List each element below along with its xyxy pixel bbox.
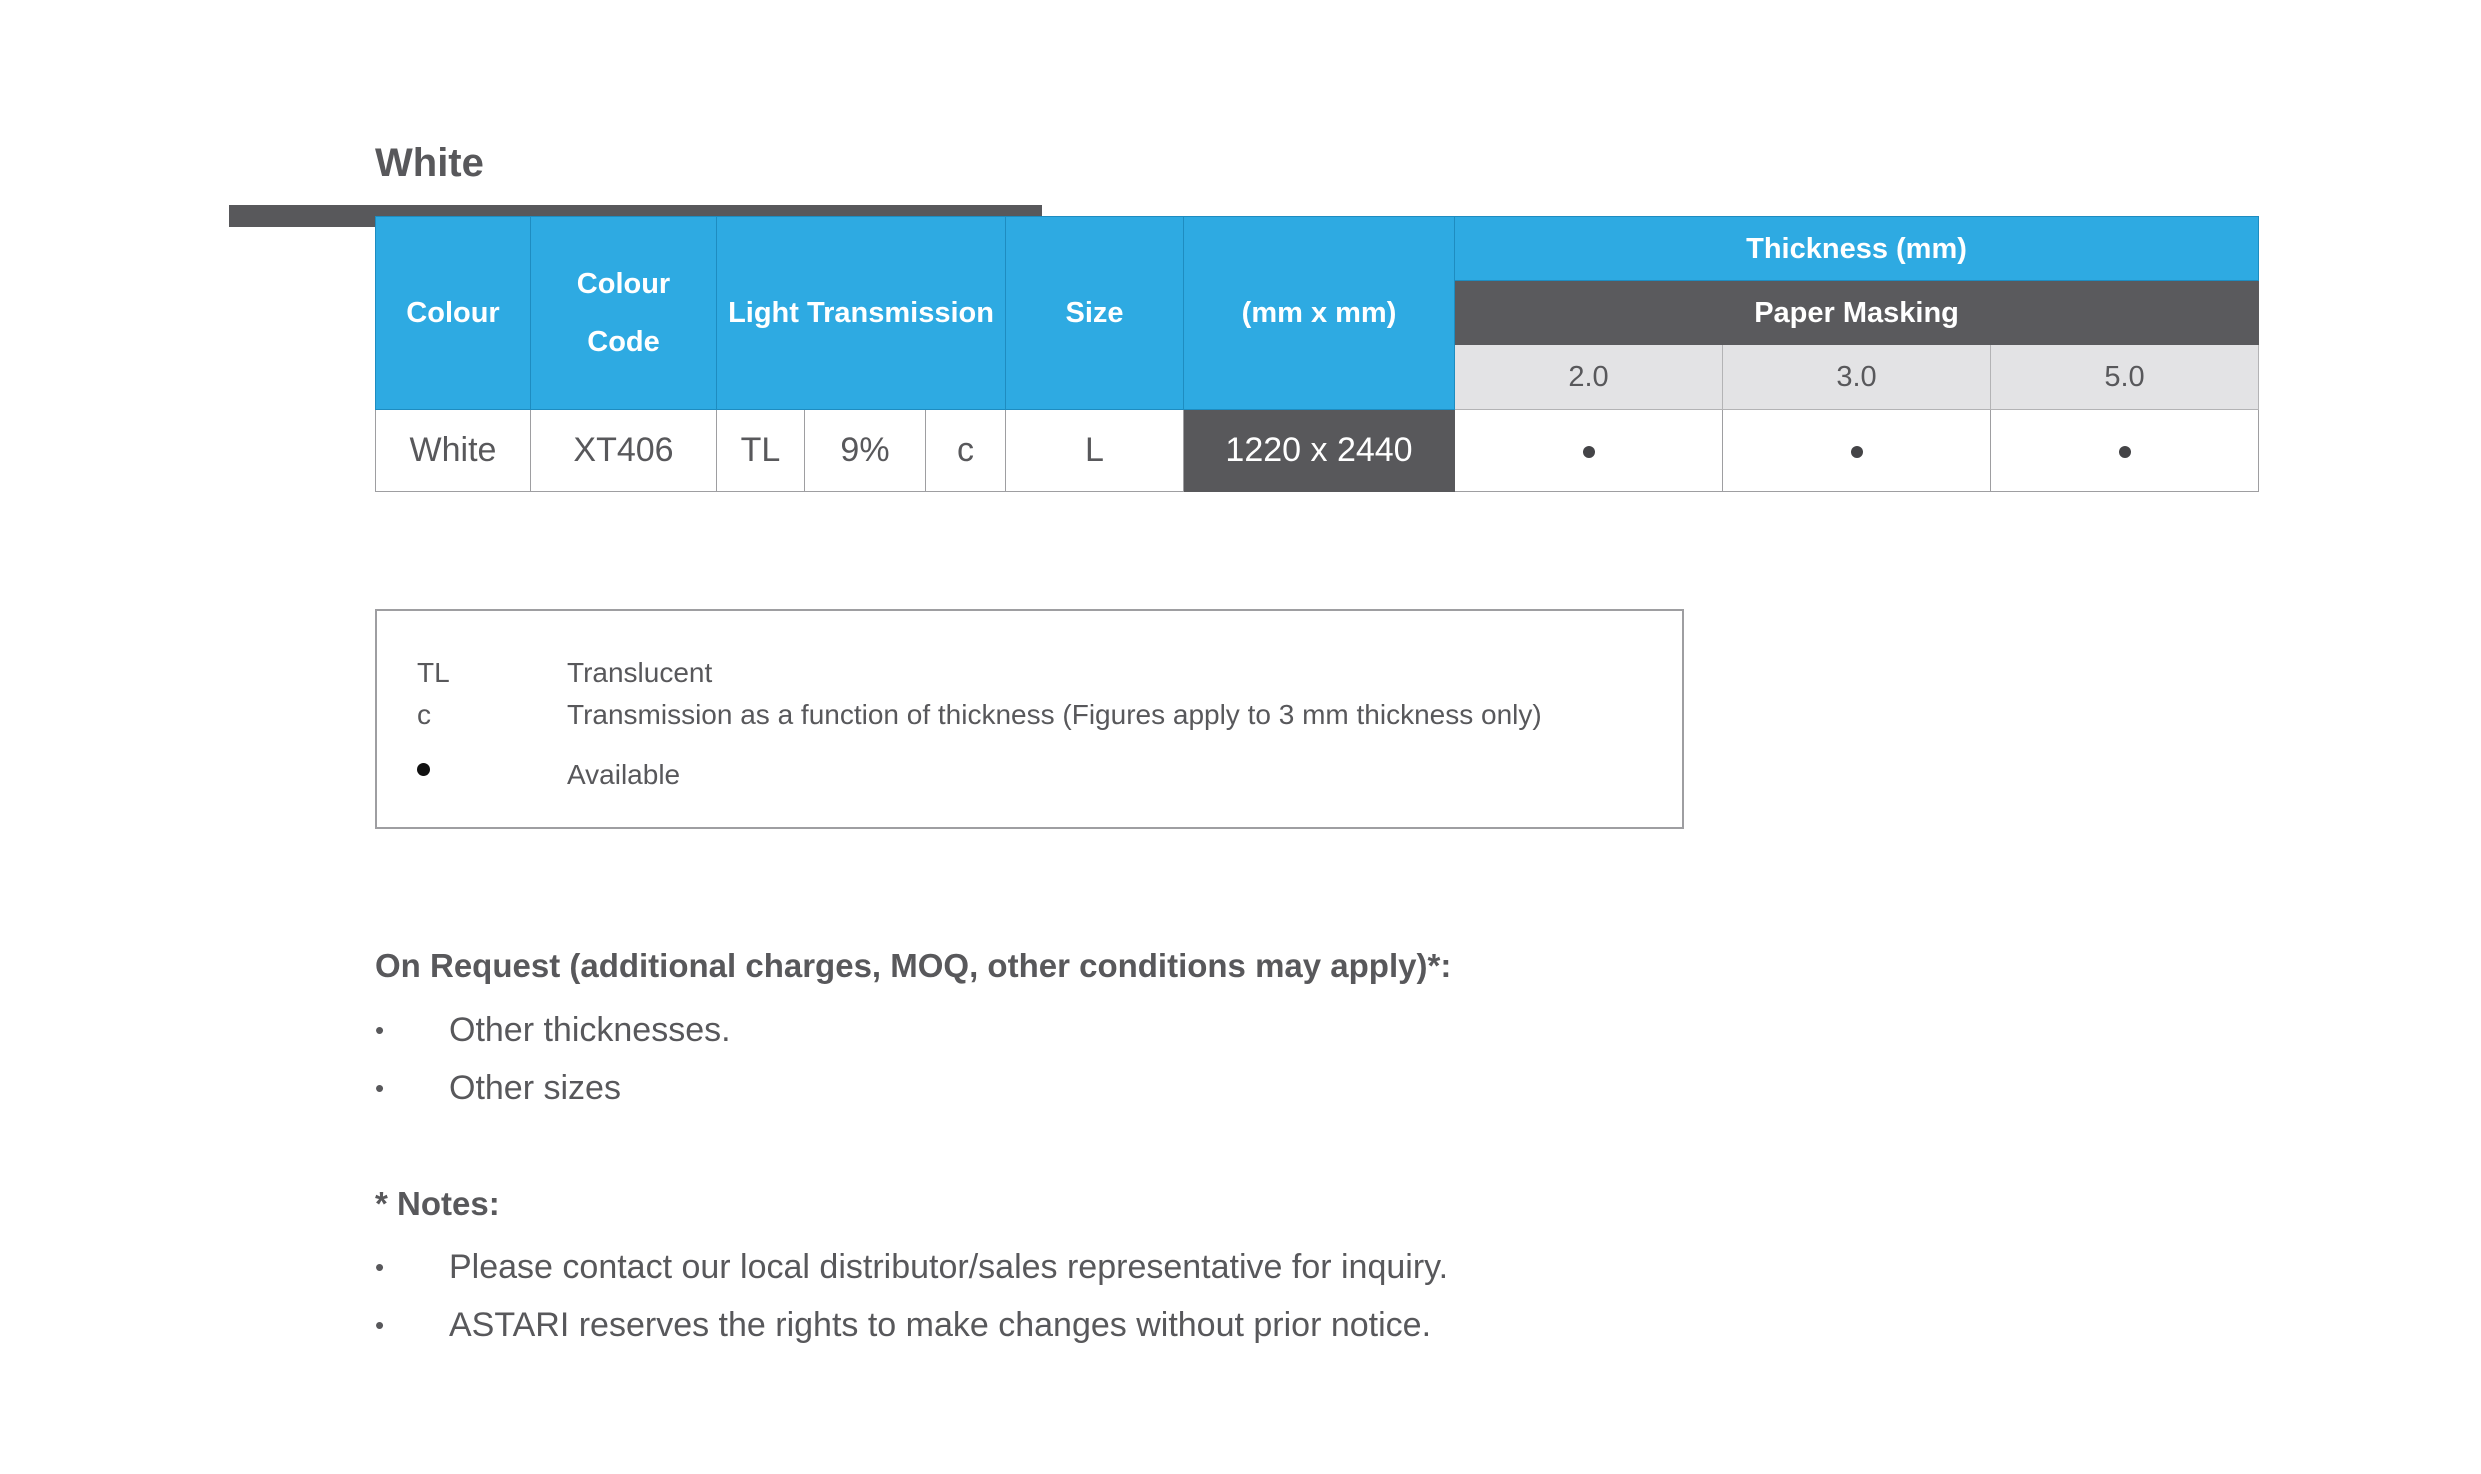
list-item-text: Other thicknesses. [449, 1011, 731, 1049]
header-dimensions: (mm x mm) [1183, 216, 1456, 410]
notes-title: * Notes: [375, 1185, 500, 1222]
cell-transmission-value: 9% [804, 409, 926, 492]
bullet: • [375, 1310, 385, 1340]
header-colour-code-line1: Colour [576, 268, 671, 300]
cell-dimensions: 1220 x 2440 [1183, 409, 1456, 492]
header-light-transmission: Light Transmission [715, 216, 1007, 410]
cell-transmission-type: TL [716, 409, 805, 492]
dot-icon [417, 763, 430, 776]
bullet: • [375, 1252, 385, 1282]
legend-key-wrap [417, 751, 430, 783]
cell-size: L [1005, 409, 1185, 492]
bullet: • [375, 1015, 385, 1045]
legend-key: TL [417, 657, 450, 688]
cell-colour: White [375, 409, 531, 492]
header-colour-code: Colour Code [530, 216, 717, 410]
legend-box: TL Translucent c Transmission as a funct… [375, 609, 1684, 829]
legend-description: Transmission as a function of thickness … [567, 699, 1542, 730]
available-dot-icon [1582, 446, 1595, 459]
legend-description: Translucent [567, 657, 713, 688]
bullet: • [375, 1073, 385, 1103]
on-request-title: On Request (additional charges, MOQ, oth… [375, 947, 1452, 984]
available-dot-icon [1850, 446, 1863, 459]
header-thickness: Thickness (mm) [1454, 216, 2260, 281]
header-thickness-5: 5.0 [1990, 344, 2260, 410]
header-colour-code-line2: Code [587, 326, 660, 358]
legend-key: c [417, 699, 431, 730]
list-item-text: ASTARI reserves the rights to make chang… [449, 1306, 1432, 1344]
available-dot-icon [2118, 446, 2131, 459]
header-thickness-3: 3.0 [1722, 344, 1992, 410]
header-size: Size [1005, 216, 1185, 410]
page-title: White [375, 141, 484, 185]
list-item-text: Please contact our local distributor/sal… [449, 1248, 1449, 1286]
header-colour: Colour [375, 216, 531, 410]
spec-table: Colour Colour Code Light Transmission Si… [375, 216, 2260, 492]
header-paper-masking: Paper Masking [1454, 280, 2260, 345]
cell-available-2 [1454, 409, 1724, 492]
list-item-text: Other sizes [449, 1069, 621, 1107]
cell-available-5 [1990, 409, 2260, 492]
cell-colour-code: XT406 [530, 409, 717, 492]
legend-description: Available [567, 759, 681, 790]
cell-available-3 [1722, 409, 1992, 492]
header-thickness-2: 2.0 [1454, 344, 1724, 410]
cell-transmission-note: c [924, 409, 1007, 492]
table-row: White XT406 TL 9% c L 1220 x 2440 [375, 409, 2260, 492]
